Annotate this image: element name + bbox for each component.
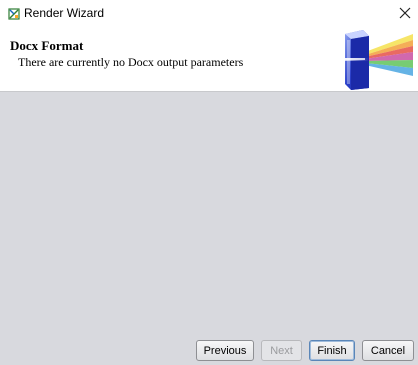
render-prism-logo-icon [335, 28, 413, 90]
next-button[interactable]: Next [261, 340, 302, 361]
finish-button[interactable]: Finish [309, 340, 355, 361]
close-icon[interactable] [392, 0, 418, 26]
window-title: Render Wizard [24, 6, 105, 20]
page-description: There are currently no Docx output param… [18, 55, 244, 69]
wizard-content-area [0, 92, 418, 332]
render-app-icon [8, 7, 20, 20]
title-bar[interactable]: Render Wizard [0, 0, 418, 26]
render-wizard-window: Render Wizard Docx Format There are curr… [0, 0, 418, 365]
page-heading: Docx Format [10, 38, 84, 53]
wizard-header: Docx Format There are currently no Docx … [0, 26, 418, 92]
previous-button[interactable]: Previous [196, 340, 254, 361]
cancel-button[interactable]: Cancel [362, 340, 414, 361]
